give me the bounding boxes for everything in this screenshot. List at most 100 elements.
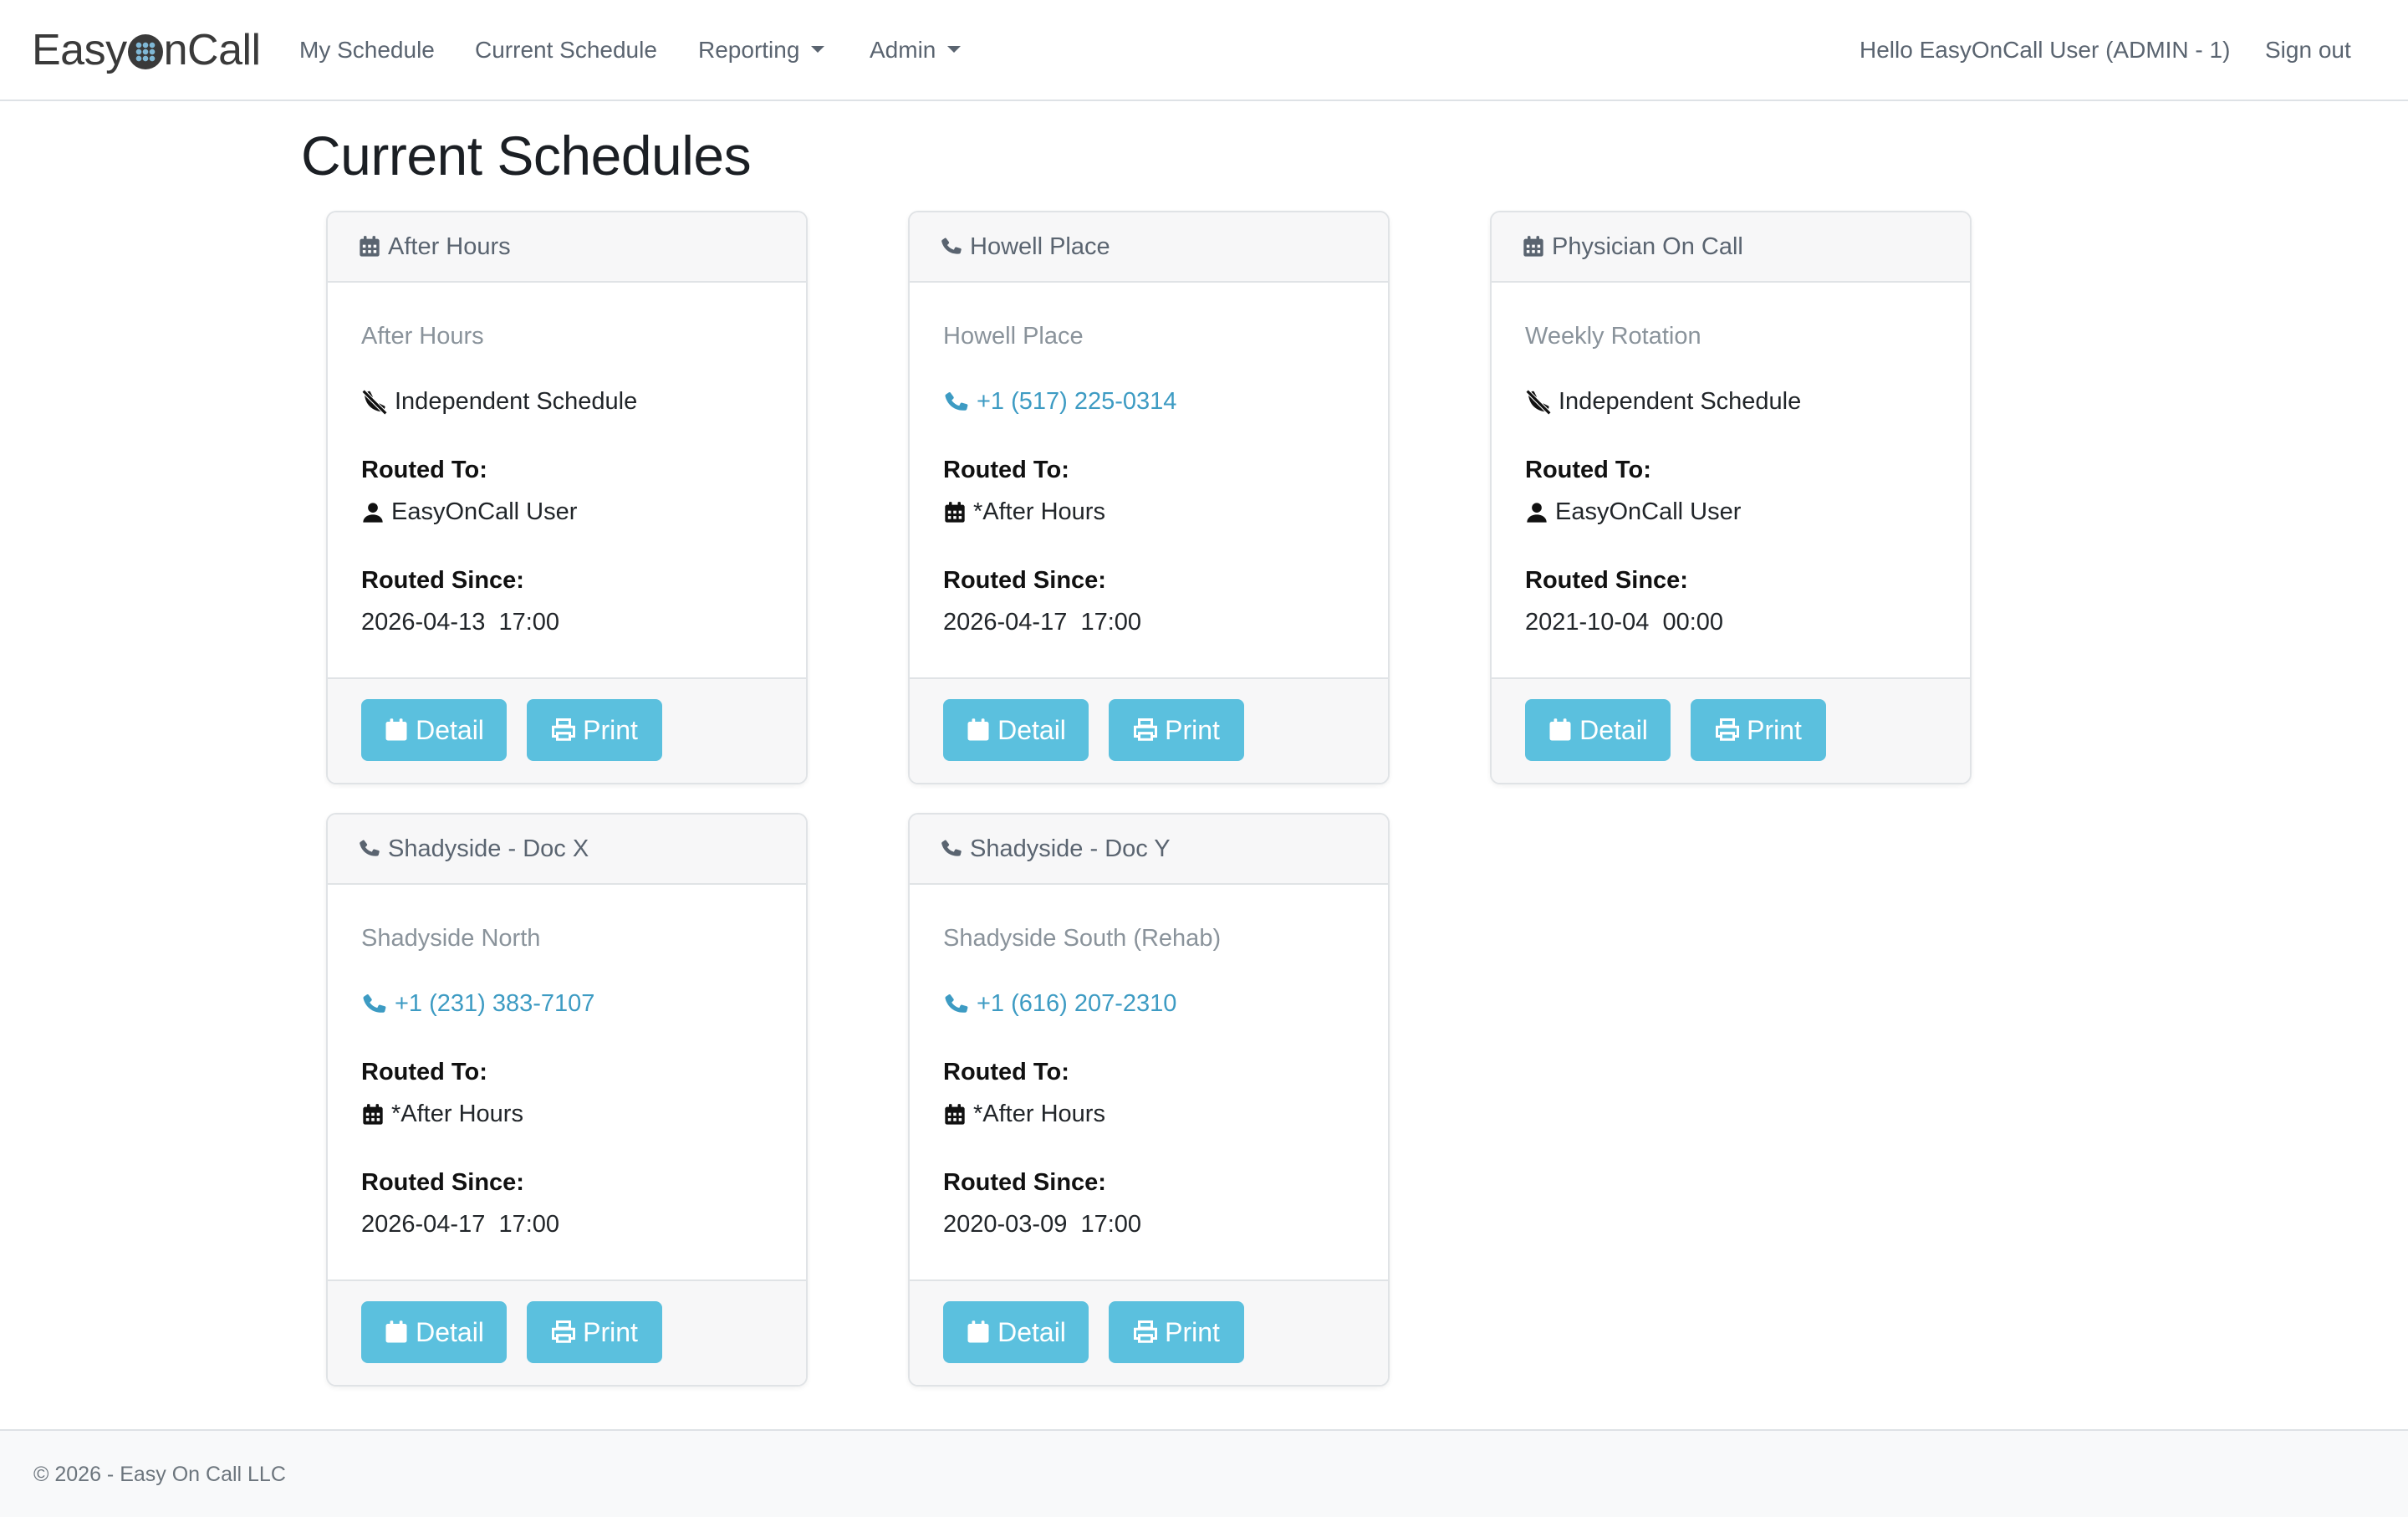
schedule-card: Shadyside - Doc X Shadyside North +1 (231)… [326,813,808,1387]
calendar-icon [1548,718,1573,743]
card-subtitle: Howell Place [943,323,1084,350]
card-header: Physician On Call [1492,212,1970,283]
print-button[interactable]: Print [527,699,662,761]
routed-to-label: Routed To: [1525,457,1651,483]
brand-logo[interactable]: Easy nCall [32,25,261,75]
calendar-icon [1522,235,1545,258]
nav-admin-label: Admin [870,37,936,63]
print-icon [1133,1320,1158,1345]
print-icon [551,1320,576,1345]
detail-button[interactable]: Detail [361,1301,507,1363]
card-subtitle: Weekly Rotation [1525,323,1701,350]
phone-icon [940,837,963,861]
calendar-icon [966,1320,991,1345]
card-subtitle: Shadyside North [361,925,541,952]
print-icon [1133,718,1158,743]
card-subtitle: Shadyside South (Rehab) [943,925,1222,952]
brand-text-start: Easy [32,26,127,74]
calendar-icon [943,501,967,524]
number-text: Independent Schedule [1559,388,1802,415]
detail-button[interactable]: Detail [1525,699,1671,761]
chevron-down-icon [947,45,962,53]
routed-since-value: 2021-10-04 00:00 [1525,609,1724,636]
routed-to-value: EasyOnCall User [361,498,577,526]
routed-to-text: *After Hours [973,1101,1105,1127]
print-button-label: Print [1165,1316,1220,1347]
schedule-type: Independent Schedule [1525,388,1801,416]
globe-icon [127,34,163,69]
routed-since-label: Routed Since: [361,567,524,594]
print-icon [551,718,576,743]
schedule-card: Howell Place Howell Place +1 (517) 225-031… [908,211,1390,784]
number-text: +1 (231) 383-7107 [395,990,595,1017]
routed-to-label: Routed To: [361,457,487,483]
detail-button[interactable]: Detail [943,1301,1089,1363]
routed-to-value: *After Hours [943,1101,1105,1128]
detail-button-label: Detail [1579,714,1648,745]
print-button-label: Print [583,714,638,745]
card-body: Shadyside South (Rehab) +1 (616) 207-2310… [910,885,1388,1279]
print-button[interactable]: Print [1109,699,1244,761]
routed-since-value: 2020-03-09 17:00 [943,1211,1142,1238]
phone-slash-icon [361,389,388,416]
print-button-label: Print [1165,714,1220,745]
nav-reporting-label: Reporting [698,37,800,63]
brand-text-end: nCall [163,26,262,74]
chevron-down-icon [811,45,825,53]
number-text: Independent Schedule [395,388,638,415]
card-footer: Detail Print [910,677,1388,783]
routed-since-label: Routed Since: [943,567,1106,594]
phone-icon [943,991,970,1018]
routed-to-label: Routed To: [943,1059,1069,1085]
detail-button[interactable]: Detail [943,699,1089,761]
routed-since-value: 2026-04-17 17:00 [943,609,1142,636]
card-footer: Detail Print [328,1279,806,1385]
page-footer: © 2026 - Easy On Call LLC [0,1429,2408,1517]
card-subtitle: After Hours [361,323,484,350]
nav-admin-dropdown[interactable]: Admin [870,33,962,67]
print-button[interactable]: Print [1109,1301,1244,1363]
routed-since-value: 2026-04-17 17:00 [361,1211,560,1238]
page-title: Current Schedules [301,125,752,186]
number-text: +1 (616) 207-2310 [977,990,1177,1017]
card-body: Shadyside North +1 (231) 383-7107 Routed T… [328,885,806,1279]
phone-number-link[interactable]: +1 (616) 207-2310 [943,990,1176,1018]
detail-button-label: Detail [997,714,1066,745]
card-footer: Detail Print [328,677,806,783]
card-title: Shadyside - Doc X [388,835,589,862]
print-button-label: Print [583,1316,638,1347]
card-title: Howell Place [970,232,1110,260]
calendar-icon [384,1320,409,1345]
routed-to-text: *After Hours [973,498,1105,525]
routed-to-text: EasyOnCall User [391,498,578,525]
routed-to-value: EasyOnCall User [1525,498,1741,526]
card-footer: Detail Print [1492,677,1970,783]
user-icon [361,501,385,524]
phone-number-link[interactable]: +1 (231) 383-7107 [361,990,594,1018]
schedule-card: Physician On Call Weekly Rotation Independ… [1490,211,1972,784]
nav-my-schedule[interactable]: My Schedule [299,33,435,67]
calendar-icon [384,718,409,743]
nav-current-schedule[interactable]: Current Schedule [475,33,657,67]
top-navbar: Easy nCall My Schedule Current Schedule R… [0,0,2408,101]
card-header: Shadyside - Doc Y [910,815,1388,885]
nav-user-greeting[interactable]: Hello EasyOnCall User (ADMIN - 1) [1860,33,2230,67]
routed-to-text: EasyOnCall User [1555,498,1742,525]
card-header: Howell Place [910,212,1388,283]
schedule-card: After Hours After Hours Independent Schedu… [326,211,808,784]
print-button[interactable]: Print [1691,699,1826,761]
copyright-text: © 2026 - Easy On Call LLC [33,1463,286,1486]
card-body: After Hours Independent Schedule Routed To… [328,283,806,677]
card-body: Weekly Rotation Independent Schedule Route… [1492,283,1970,677]
sign-out-link[interactable]: Sign out [2265,33,2351,67]
phone-number-link[interactable]: +1 (517) 225-0314 [943,388,1176,416]
routed-since-label: Routed Since: [1525,567,1688,594]
calendar-icon [966,718,991,743]
detail-button[interactable]: Detail [361,699,507,761]
card-title: Physician On Call [1552,232,1743,260]
phone-icon [358,837,381,861]
schedule-card: Shadyside - Doc Y Shadyside South (Rehab)… [908,813,1390,1387]
nav-reporting-dropdown[interactable]: Reporting [698,33,825,67]
print-button[interactable]: Print [527,1301,662,1363]
routed-to-text: *After Hours [391,1101,523,1127]
